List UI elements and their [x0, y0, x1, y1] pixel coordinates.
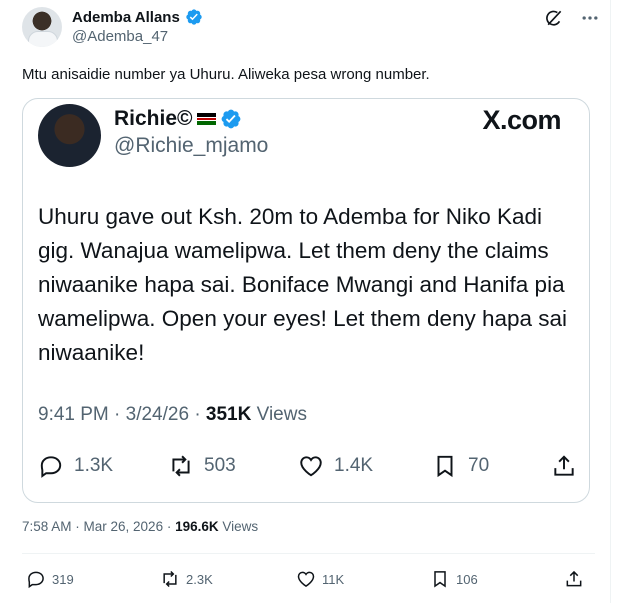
like-count: 11K	[322, 571, 345, 587]
tweet-action-bar: 319 2.3K 11K 106	[22, 569, 595, 591]
quoted-reply-count: 1.3K	[74, 455, 114, 476]
tweet-text: Mtu anisaidie number ya Uhuru. Aliweka p…	[22, 66, 430, 83]
quoted-avatar	[38, 104, 101, 167]
share-icon	[554, 455, 574, 476]
author-row: Ademba Allans	[72, 8, 203, 26]
share-icon	[566, 570, 582, 587]
like-icon	[300, 456, 322, 477]
quoted-tweet-meta: 9:41 PM · 3/24/26 · 351K Views	[38, 404, 307, 426]
quoted-tweet-text: Uhuru gave out Ksh. 20m to Ademba for Ni…	[38, 204, 568, 365]
bookmark-button[interactable]: 106	[430, 569, 478, 589]
quoted-tweet-card[interactable]: Richie© @Richie_mjamo X.com Uhuru gave o…	[22, 98, 590, 503]
reply-button[interactable]: 319	[26, 569, 74, 589]
reply-count: 319	[52, 571, 74, 587]
tweet-views-count: 196.6K	[175, 519, 219, 534]
quoted-views-label: Views	[251, 404, 307, 425]
more-icon[interactable]	[580, 8, 600, 28]
repost-count: 2.3K	[186, 571, 213, 587]
quoted-bookmark-action: 70	[432, 453, 489, 479]
bookmark-icon	[434, 571, 446, 588]
quoted-action-bar: 1.3K 503 1.4K 70	[38, 453, 578, 483]
quoted-bookmark-count: 70	[468, 455, 490, 476]
quoted-author-row: Richie©	[114, 107, 242, 131]
bookmark-icon	[437, 455, 453, 478]
quoted-share-action	[551, 453, 577, 479]
verified-badge-icon	[186, 9, 202, 25]
avatar[interactable]	[22, 7, 62, 47]
bookmark-count: 106	[456, 571, 478, 587]
quoted-reply-action: 1.3K	[38, 453, 113, 479]
tweet-meta: 7:58 AM · Mar 26, 2026 · 196.6K Views	[22, 519, 258, 534]
tweet-timestamp[interactable]: 7:58 AM · Mar 26, 2026 ·	[22, 519, 175, 534]
quoted-author-handle: @Richie_mjamo	[114, 134, 269, 157]
like-icon	[297, 571, 315, 587]
repost-button[interactable]: 2.3K	[160, 569, 213, 589]
author-handle[interactable]: @Ademba_47	[72, 28, 168, 45]
author-name[interactable]: Ademba Allans	[72, 9, 180, 26]
quoted-repost-count: 503	[204, 455, 236, 476]
quoted-repost-action: 503	[168, 453, 236, 479]
divider	[22, 553, 595, 554]
reply-icon	[40, 456, 62, 478]
x-brand-logo: X.com	[482, 105, 561, 135]
verified-badge-icon	[221, 109, 240, 129]
repost-icon	[163, 570, 177, 588]
share-button[interactable]	[564, 569, 584, 589]
tweet-views-label: Views	[218, 519, 259, 534]
like-button[interactable]: 11K	[296, 569, 344, 589]
top-actions	[544, 8, 600, 28]
quoted-views-count: 351K	[205, 404, 252, 425]
repost-icon	[172, 455, 190, 477]
quoted-like-count: 1.4K	[334, 455, 374, 476]
quoted-like-action: 1.4K	[298, 453, 373, 479]
quoted-timestamp: 9:41 PM · 3/24/26 ·	[38, 404, 206, 425]
reply-icon	[28, 571, 44, 589]
column-border	[610, 0, 611, 603]
quoted-author-name: Richie©	[114, 107, 193, 130]
kenya-flag-icon	[196, 113, 216, 125]
grok-icon[interactable]	[544, 8, 564, 28]
